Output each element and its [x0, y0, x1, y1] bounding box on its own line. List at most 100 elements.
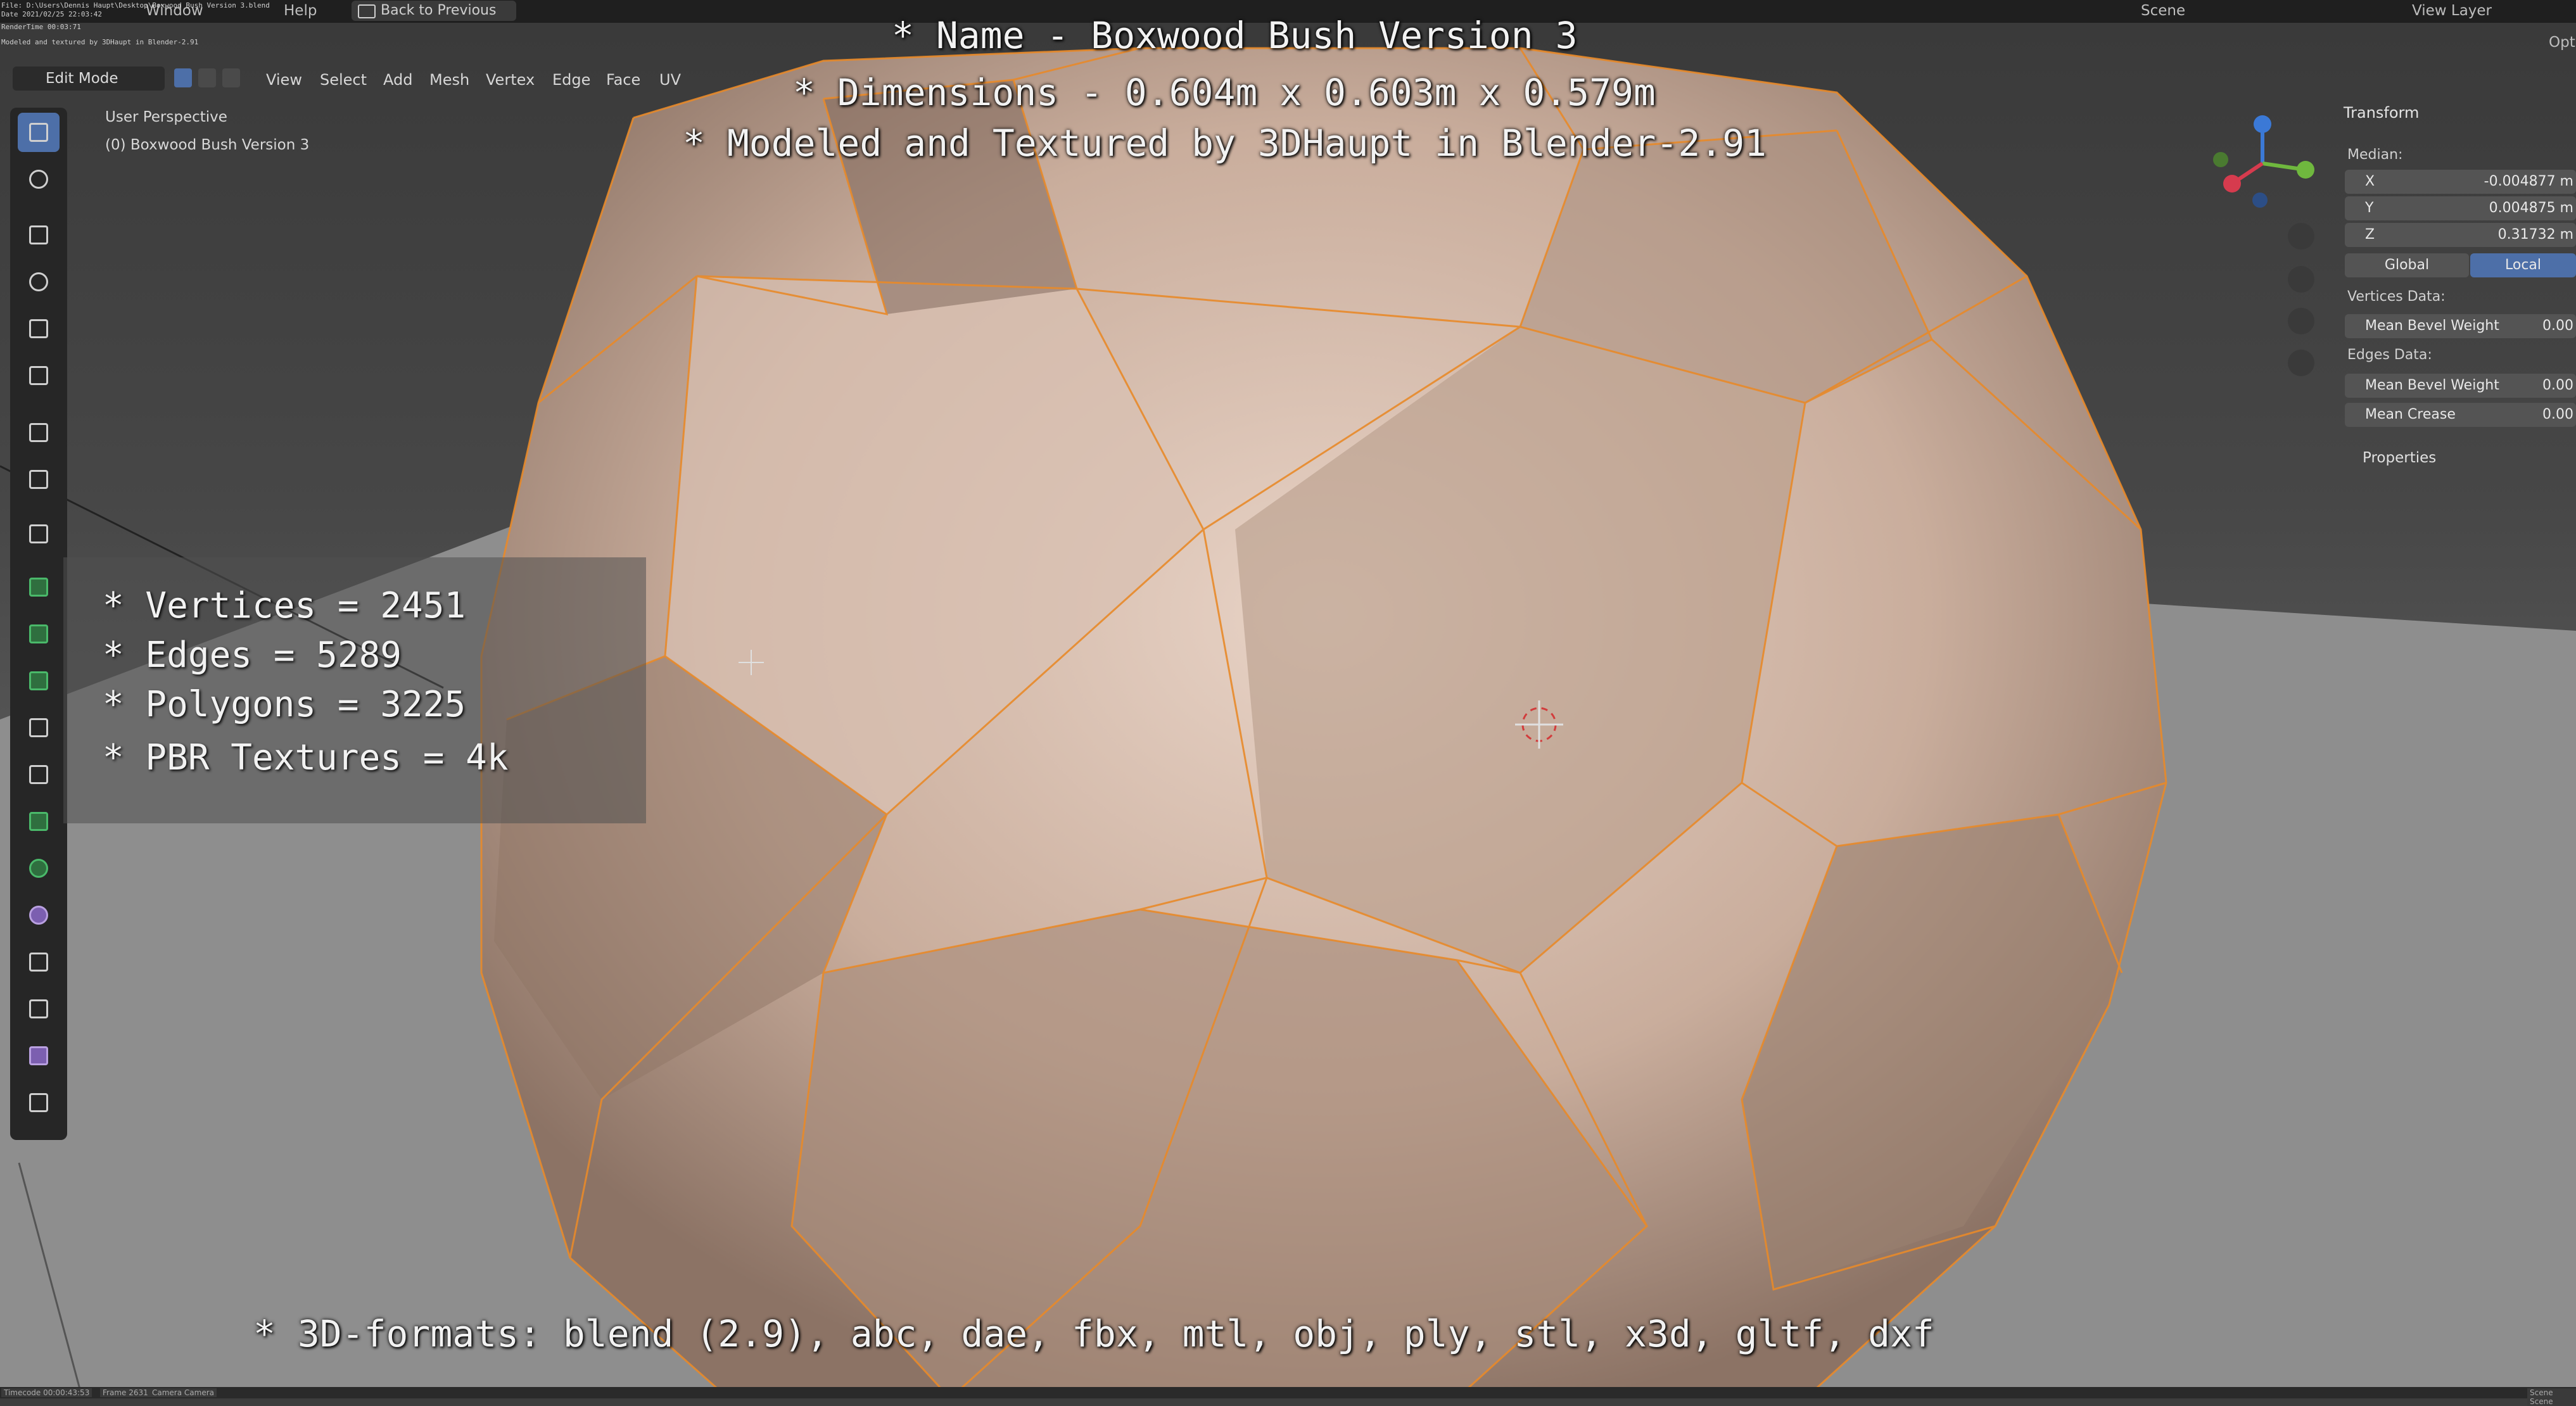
camera-label: Camera Camera — [149, 1388, 217, 1397]
status-bar — [0, 1387, 2576, 1398]
render-info-credit: Modeled and textured by 3DHaupt in Blend… — [1, 38, 199, 46]
poly-build-tool[interactable] — [18, 802, 60, 841]
properties-panel-header[interactable]: Properties — [2363, 450, 2436, 466]
options-menu[interactable]: Opti — [2549, 34, 2576, 51]
zoom-icon[interactable] — [2288, 223, 2314, 250]
move-tool[interactable] — [18, 215, 60, 255]
pan-hand-icon[interactable] — [2288, 266, 2314, 293]
stats-overlay-box: * Vertices = 2451 * Edges = 5289 * Polyg… — [63, 557, 646, 823]
shear-tool[interactable] — [18, 1036, 60, 1075]
rotate-icon — [29, 272, 48, 291]
knife-icon — [29, 765, 48, 784]
scene-selector[interactable]: Scene — [2141, 3, 2185, 19]
measure-tool[interactable] — [18, 460, 60, 499]
stat-polygons: * Polygons = 3225 — [103, 684, 466, 725]
edge-mean-bevel-value: 0.00 — [2542, 377, 2573, 393]
loop-cut-icon — [29, 718, 48, 737]
z-value: 0.31732 m — [2497, 227, 2573, 243]
overlay-dimensions-line: * Dimensions - 0.604m x 0.603m x 0.579m — [793, 71, 1656, 114]
header-menu-vertex[interactable]: Vertex — [486, 71, 535, 89]
edge-slide-tool[interactable] — [18, 942, 60, 982]
header-menu-view[interactable]: View — [266, 71, 302, 89]
select-box-tool[interactable] — [18, 113, 60, 152]
stat-pbr-textures: * PBR Textures = 4k — [103, 737, 509, 778]
spin-icon — [29, 859, 48, 878]
header-menu-add[interactable]: Add — [383, 71, 412, 89]
rotate-tool[interactable] — [18, 262, 60, 301]
extrude-tool[interactable] — [18, 567, 60, 607]
shrink-fatten-tool[interactable] — [18, 989, 60, 1029]
stat-vertices: * Vertices = 2451 — [103, 585, 466, 626]
face-select-mode-button[interactable] — [222, 68, 240, 87]
vertex-mean-bevel-value: 0.00 — [2542, 318, 2573, 334]
vertex-mean-bevel-label: Mean Bevel Weight — [2365, 318, 2499, 334]
viewport-object-label: (0) Boxwood Bush Version 3 — [105, 137, 310, 153]
rip-icon — [29, 1093, 48, 1112]
smooth-icon — [29, 906, 48, 925]
median-y-field[interactable]: Y 0.004875 m — [2345, 196, 2576, 220]
timecode-label: Timecode 00:00:43:53 — [1, 1388, 92, 1397]
back-to-previous-button[interactable]: Back to Previous — [352, 1, 516, 21]
local-label: Local — [2504, 257, 2542, 273]
render-info-file: File: D:\Users\Dennis Haupt\Desktop\Boxw… — [1, 1, 270, 10]
frame-label: Frame 2631 — [100, 1388, 151, 1397]
camera-view-icon[interactable] — [2288, 308, 2314, 334]
x-value: -0.004877 m — [2484, 174, 2573, 189]
bevel-tool[interactable] — [18, 661, 60, 700]
smooth-tool[interactable] — [18, 896, 60, 935]
extrude-icon — [29, 578, 48, 597]
menu-help[interactable]: Help — [284, 3, 317, 19]
mean-crease-label: Mean Crease — [2365, 407, 2456, 422]
local-toggle[interactable]: Local — [2470, 253, 2576, 277]
measure-icon — [29, 470, 48, 489]
edge-mean-bevel-field[interactable]: Mean Bevel Weight 0.00 — [2345, 374, 2576, 398]
transform-panel-title[interactable]: Transform — [2344, 104, 2419, 122]
add-cube-icon — [29, 524, 48, 543]
tool-shelf — [10, 108, 67, 1140]
header-menu-uv[interactable]: UV — [659, 71, 681, 89]
header-menu-edge[interactable]: Edge — [552, 71, 590, 89]
stat-edges: * Edges = 5289 — [103, 635, 402, 676]
median-z-field[interactable]: Z 0.31732 m — [2345, 223, 2576, 247]
edge-mean-bevel-label: Mean Bevel Weight — [2365, 377, 2499, 393]
header-menu-select[interactable]: Select — [320, 71, 367, 89]
mean-crease-value: 0.00 — [2542, 407, 2573, 422]
inset-tool[interactable] — [18, 614, 60, 654]
view-layer-selector[interactable]: View Layer — [2412, 3, 2492, 19]
vertex-select-mode-button[interactable] — [174, 68, 192, 87]
mode-dropdown[interactable]: Edit Mode — [13, 66, 165, 91]
annotate-tool[interactable] — [18, 413, 60, 452]
add-cube-tool[interactable] — [18, 514, 60, 554]
vertex-mean-bevel-field[interactable]: Mean Bevel Weight 0.00 — [2345, 314, 2576, 338]
median-label: Median: — [2347, 147, 2403, 163]
scale-tool[interactable] — [18, 309, 60, 348]
vertices-data-label: Vertices Data: — [2347, 289, 2446, 305]
loop-cut-tool[interactable] — [18, 708, 60, 747]
x-label: X — [2365, 174, 2375, 189]
ortho-grid-icon[interactable] — [2288, 350, 2314, 376]
edges-data-label: Edges Data: — [2347, 347, 2432, 363]
global-toggle[interactable]: Global — [2345, 253, 2469, 277]
y-label: Y — [2365, 200, 2374, 216]
rip-tool[interactable] — [18, 1083, 60, 1122]
back-to-previous-label: Back to Previous — [381, 3, 497, 18]
cursor-tool[interactable] — [18, 160, 60, 199]
spin-tool[interactable] — [18, 849, 60, 888]
transform-tool[interactable] — [18, 356, 60, 395]
bevel-icon — [29, 671, 48, 690]
gizmo-graphic — [2213, 115, 2314, 208]
poly-build-icon — [29, 812, 48, 831]
header-menu-face[interactable]: Face — [606, 71, 640, 89]
overlay-name-line: * Name - Boxwood Bush Version 3 — [892, 14, 1578, 57]
scene-status-label: Scene Scene — [2527, 1388, 2576, 1406]
header-menu-mesh[interactable]: Mesh — [429, 71, 469, 89]
knife-tool[interactable] — [18, 755, 60, 794]
mean-crease-field[interactable]: Mean Crease 0.00 — [2345, 403, 2576, 427]
median-x-field[interactable]: X -0.004877 m — [2345, 170, 2576, 194]
edge-select-mode-button[interactable] — [198, 68, 216, 87]
global-label: Global — [2384, 257, 2430, 273]
inset-icon — [29, 624, 48, 643]
cursor-icon — [29, 170, 48, 189]
navigation-gizmo[interactable] — [2205, 106, 2319, 220]
shrink-fatten-icon — [29, 999, 48, 1018]
